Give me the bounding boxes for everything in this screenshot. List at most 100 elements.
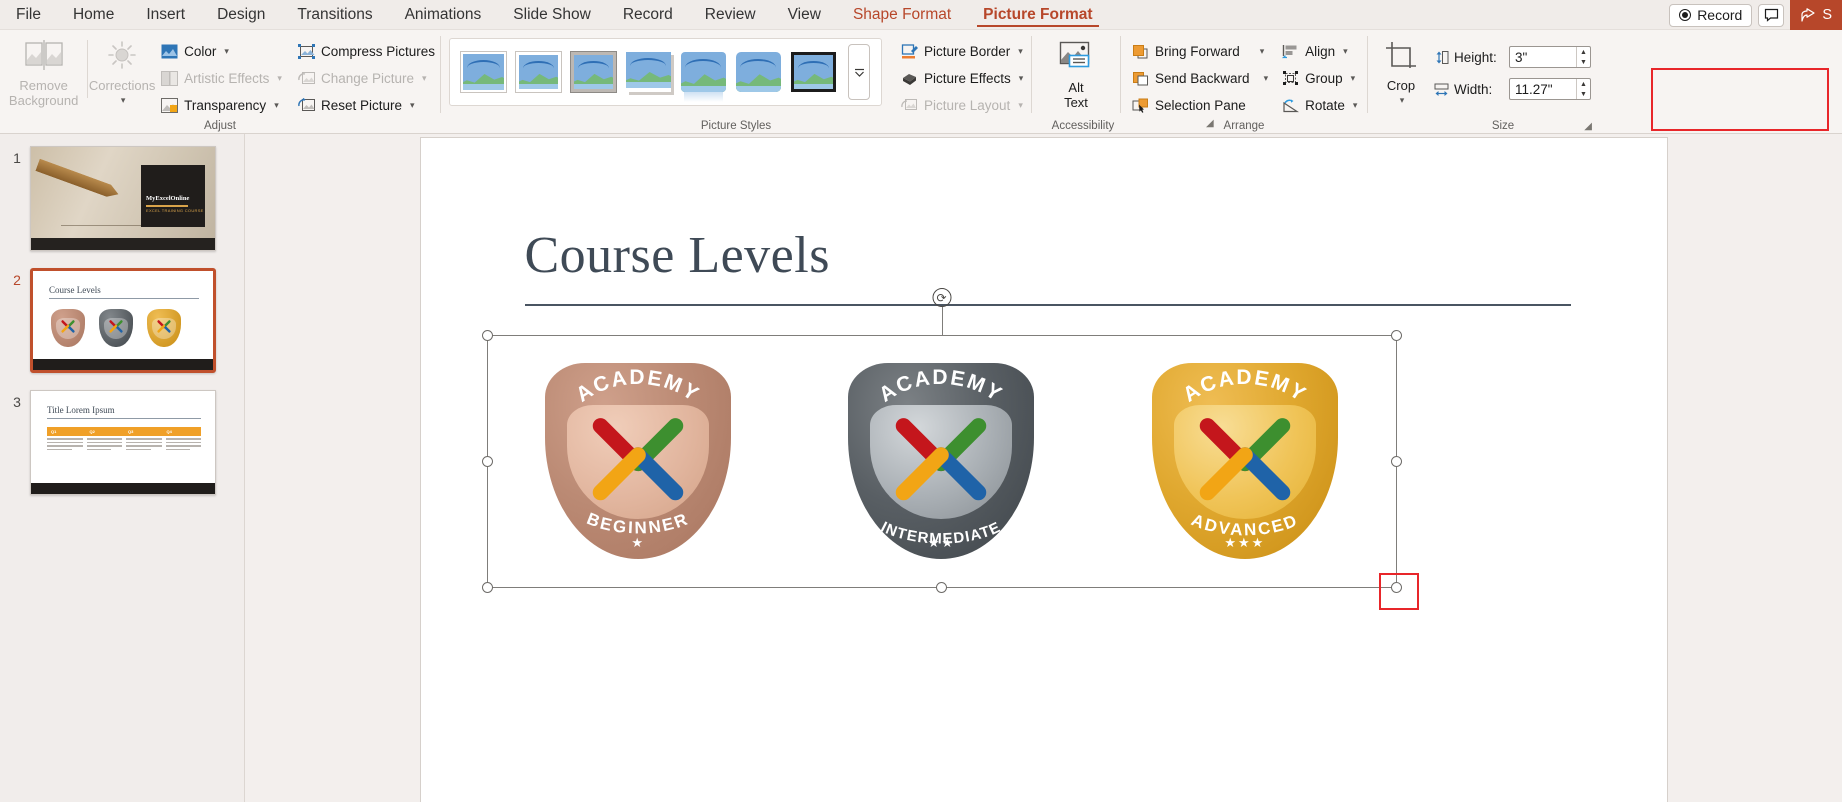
chevron-down-icon: ▾ — [1263, 72, 1269, 83]
picture-layout-button[interactable]: Picture Layout ▾ — [896, 93, 1028, 117]
spinner-up-icon[interactable]: ▲ — [1577, 47, 1590, 57]
slide-canvas[interactable]: Course Levels ⟳ ACADEMY BEGINNER ★ ACADE… — [420, 138, 1667, 802]
artistic-effects-button[interactable]: Artistic Effects ▾ — [156, 66, 287, 90]
slide-number: 1 — [13, 150, 21, 166]
chevron-down-icon: ▾ — [277, 72, 282, 83]
width-spinner-arrows[interactable]: ▲ ▼ — [1576, 79, 1590, 99]
alt-text-button[interactable]: Alt Text — [1032, 34, 1120, 110]
height-input[interactable] — [1510, 47, 1576, 67]
ribbon-group-size: Crop ▾ Height: ▲ ▼ — [1368, 30, 1598, 134]
tab-view[interactable]: View — [772, 0, 837, 29]
spinner-down-icon[interactable]: ▼ — [1577, 57, 1590, 67]
rotate-handle[interactable]: ⟳ — [932, 288, 951, 307]
corrections-button[interactable]: Corrections ▾ — [88, 34, 156, 108]
slide-thumbnail-2[interactable]: Course Levels — [30, 268, 216, 373]
size-dialog-launcher[interactable]: ◢ — [1584, 121, 1592, 132]
badge-beginner[interactable]: ACADEMY BEGINNER ★ — [545, 362, 732, 559]
tab-transitions[interactable]: Transitions — [281, 0, 388, 29]
comments-button[interactable] — [1758, 3, 1785, 27]
slide-thumbnail-item[interactable]: 3 Title Lorem Ipsum Q1 Q2 Q3 Q4 — [0, 390, 244, 495]
ribbon: Remove Background Corrections ▾ Color ▾ … — [0, 30, 1842, 134]
width-spinner[interactable]: ▲ ▼ — [1509, 78, 1591, 100]
slide-thumbnail-item[interactable]: 1 MyExcelOnline EXCEL TRAINING COURSE — [0, 146, 244, 251]
remove-background-button[interactable]: Remove Background — [0, 34, 87, 108]
picture-styles-dialog-launcher[interactable]: ◢ — [1206, 118, 1214, 129]
slide-number: 3 — [13, 394, 21, 410]
change-picture-button[interactable]: Change Picture ▾ — [293, 66, 440, 90]
slide-thumbnail-item-selected[interactable]: 2 Course Levels — [0, 268, 244, 373]
transparency-button[interactable]: Transparency ▾ — [156, 93, 287, 117]
resize-handle-top-left[interactable] — [481, 330, 493, 341]
resize-handle-bottom-left[interactable] — [481, 582, 493, 593]
record-button[interactable]: Record — [1669, 3, 1753, 27]
picture-style-thumbnail[interactable] — [626, 52, 671, 92]
picture-style-thumbnail[interactable] — [736, 52, 781, 92]
alt-text-icon — [1055, 40, 1097, 77]
badge-stars: ★ — [631, 534, 645, 550]
share-button[interactable]: S — [1790, 0, 1842, 30]
group-label-text: Size — [1491, 120, 1515, 132]
tab-picture-format[interactable]: Picture Format — [967, 0, 1108, 29]
slide2-footer-bar — [33, 359, 213, 370]
group-button[interactable]: Group ▾ — [1277, 66, 1362, 90]
picture-style-thumbnail[interactable] — [570, 51, 617, 93]
crop-button[interactable]: Crop ▾ — [1372, 34, 1430, 108]
spinner-up-icon[interactable]: ▲ — [1577, 79, 1590, 89]
reset-picture-button[interactable]: Reset Picture ▾ — [293, 93, 440, 117]
badge-intermediate[interactable]: ACADEMY INTERMEDIATE ★★ — [848, 362, 1035, 559]
resize-handle-bottom-center[interactable] — [935, 582, 947, 593]
picture-style-thumbnail[interactable] — [515, 51, 562, 93]
slide-thumbnail-1[interactable]: MyExcelOnline EXCEL TRAINING COURSE — [30, 146, 216, 251]
adjust-small-column-2: Compress Pictures Change Picture ▾ Reset… — [293, 34, 440, 117]
badge-level-arc-text: BEGINNER — [545, 497, 731, 537]
height-spinner-arrows[interactable]: ▲ ▼ — [1576, 47, 1590, 67]
tab-home[interactable]: Home — [57, 0, 130, 29]
tab-shape-format[interactable]: Shape Format — [837, 0, 967, 29]
align-button[interactable]: Align ▾ — [1277, 39, 1362, 63]
academy-text: ACADEMY — [572, 366, 702, 407]
transparency-label: Transparency — [184, 97, 267, 113]
width-input[interactable] — [1510, 79, 1576, 99]
picture-layout-label: Picture Layout — [924, 97, 1011, 113]
tab-file[interactable]: File — [0, 0, 57, 29]
compress-pictures-button[interactable]: Compress Pictures — [293, 39, 440, 63]
picture-border-button[interactable]: Picture Border ▾ — [896, 39, 1028, 63]
send-backward-button[interactable]: Send Backward ▾ — [1127, 66, 1273, 90]
picture-style-thumbnail-selected[interactable] — [791, 52, 836, 92]
spinner-down-icon[interactable]: ▼ — [1577, 89, 1590, 99]
change-picture-label: Change Picture — [320, 70, 415, 86]
color-button[interactable]: Color ▾ — [156, 39, 287, 63]
change-picture-icon — [298, 71, 315, 84]
tab-record[interactable]: Record — [607, 0, 689, 29]
picture-effects-icon — [903, 73, 916, 85]
slide-thumbnail-panel[interactable]: 1 MyExcelOnline EXCEL TRAINING COURSE 2 … — [0, 134, 245, 802]
x-logo-icon — [157, 320, 171, 334]
resize-handle-top-right[interactable] — [1390, 330, 1402, 341]
rotate-button[interactable]: Rotate ▾ — [1277, 93, 1362, 117]
group-icon — [1283, 70, 1299, 85]
selection-pane-button[interactable]: Selection Pane — [1127, 93, 1273, 117]
tab-slide-show[interactable]: Slide Show — [497, 0, 607, 29]
svg-text:BEGINNER: BEGINNER — [584, 509, 692, 537]
bring-forward-button[interactable]: Bring Forward ▾ — [1127, 39, 1273, 63]
slide-thumbnail-3[interactable]: Title Lorem Ipsum Q1 Q2 Q3 Q4 — [30, 390, 216, 495]
table-header-cell: Q1 — [51, 429, 57, 434]
slide2-title: Course Levels — [49, 285, 101, 295]
badge-group[interactable]: ACADEMY BEGINNER ★ ACADEMY INTERMEDIATE … — [487, 348, 1397, 573]
chart-scribble-graphic — [61, 208, 141, 226]
picture-style-thumbnail[interactable] — [681, 52, 726, 102]
badge-advanced[interactable]: ACADEMY ADVANCED ★★★ — [1151, 362, 1338, 559]
tab-design[interactable]: Design — [201, 0, 281, 29]
tab-insert[interactable]: Insert — [130, 0, 201, 29]
picture-styles-gallery[interactable] — [449, 38, 882, 106]
tab-review[interactable]: Review — [689, 0, 772, 29]
corrections-sun-icon — [102, 40, 142, 75]
tab-animations[interactable]: Animations — [389, 0, 498, 29]
picture-effects-button[interactable]: Picture Effects ▾ — [896, 66, 1028, 90]
height-spinner[interactable]: ▲ ▼ — [1509, 46, 1591, 68]
table-header-cell: Q4 — [166, 429, 172, 434]
picture-style-thumbnail[interactable] — [460, 51, 507, 93]
record-dot-icon — [1679, 9, 1692, 21]
slide-title-text[interactable]: Course Levels — [525, 226, 830, 285]
picture-styles-more-button[interactable] — [848, 44, 870, 100]
